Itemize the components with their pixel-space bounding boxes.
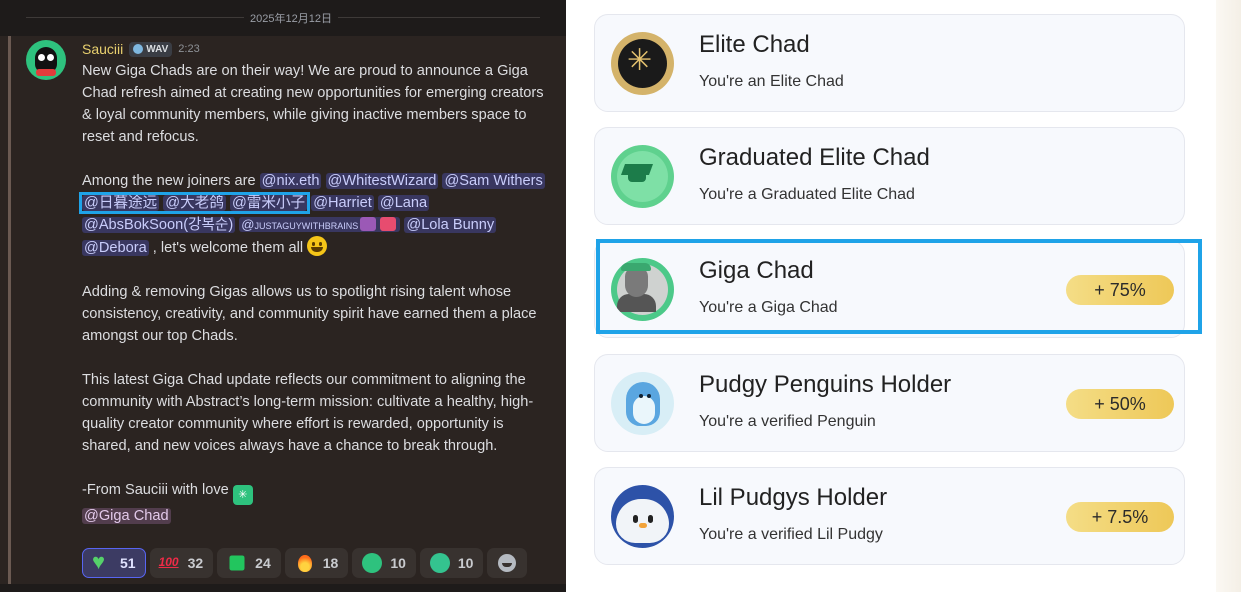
reaction-count: 32 <box>187 555 204 571</box>
reaction-count: 51 <box>120 555 136 571</box>
reaction-hundred[interactable]: 32 <box>149 548 214 578</box>
add-reaction-button[interactable] <box>487 548 528 578</box>
signoff-line: -From Sauciii with love ✳ <box>82 479 552 505</box>
green-gem-icon <box>229 555 245 571</box>
chad-emoji-icon: ✳ <box>232 485 253 505</box>
mention-harriet[interactable]: @Harriet <box>311 195 374 211</box>
bonus-badge: + 7.5% <box>1066 502 1174 532</box>
message-timestamp[interactable]: 2:23 <box>178 43 199 55</box>
mention-giga-chad-role[interactable]: @Giga Chad <box>82 508 171 524</box>
giga-chad-highlight-box <box>596 239 1202 334</box>
announcement-paragraph: New Giga Chads are on their way! We are … <box>82 63 544 145</box>
update-paragraph: This latest Giga Chad update reflects ou… <box>82 372 534 454</box>
lil-pudgy-icon <box>611 485 674 548</box>
message-body: New Giga Chads are on their way! We are … <box>78 60 552 527</box>
mention-debora[interactable]: @Debora <box>82 240 149 256</box>
joiners-intro: Among the new joiners are <box>82 173 260 189</box>
mention-whitestwizard[interactable]: @WhitestWizard <box>325 173 439 189</box>
fire-icon <box>295 553 315 573</box>
role-card-graduated-elite-chad[interactable]: Graduated Elite Chad You're a Graduated … <box>594 127 1185 225</box>
roles-panel: Elite Chad You're an Elite Chad Graduate… <box>566 0 1241 592</box>
role-card-elite-chad[interactable]: Elite Chad You're an Elite Chad <box>594 14 1185 112</box>
highlighted-mentions-box: @日暮途远 @大老鸽 @雷米小子 <box>78 192 311 214</box>
role-title: Pudgy Penguins Holder <box>699 371 952 398</box>
mention-justaguywithbrains[interactable]: @justaguywithbrains <box>239 217 401 232</box>
smiley-icon <box>307 236 328 256</box>
triangle-icon <box>380 217 397 231</box>
mention-dalao[interactable]: @大老鸽 <box>163 195 226 211</box>
panel-edge-shade <box>1216 0 1241 592</box>
role-card-pudgy-penguins-holder[interactable]: Pudgy Penguins Holder You're a verified … <box>594 354 1185 452</box>
role-subtitle: You're a verified Lil Pudgy <box>699 526 883 543</box>
role-mention-line: @Giga Chad <box>82 505 552 527</box>
reaction-fire[interactable]: 18 <box>284 548 349 578</box>
mention-absboksoon[interactable]: @AbsBokSoon(강복순) <box>82 217 236 233</box>
welcome-text: , let's welcome them all <box>148 240 308 256</box>
reaction-bar: 51 32 24 18 10 10 <box>82 548 528 578</box>
penguin-wave-icon <box>429 553 450 573</box>
reaction-count: 24 <box>255 555 271 571</box>
penguin-emoji-icon <box>362 553 383 573</box>
role-title: Elite Chad <box>699 31 810 58</box>
mention-sam-withers[interactable]: @Sam Withers <box>442 173 545 189</box>
message-highlight-bar <box>8 36 11 584</box>
role-subtitle: You're a Graduated Elite Chad <box>699 186 915 203</box>
mention-nix[interactable]: @nix.eth <box>259 173 322 189</box>
author-avatar[interactable] <box>26 40 66 80</box>
reaction-count: 18 <box>322 555 339 571</box>
mention-lana[interactable]: @Lana <box>377 195 430 211</box>
green-heart-icon <box>92 549 112 575</box>
mention-leimi[interactable]: @雷米小子 <box>229 195 308 211</box>
server-tag[interactable]: WAV <box>129 41 173 57</box>
graduation-cap-icon <box>611 145 674 208</box>
tag-icon <box>133 44 144 54</box>
chat-bottom-strip <box>0 584 566 592</box>
role-title: Lil Pudgys Holder <box>699 484 888 511</box>
role-card-lil-pudgys-holder[interactable]: Lil Pudgys Holder You're a verified Lil … <box>594 467 1185 565</box>
add-reaction-icon <box>498 554 517 572</box>
mention-riri[interactable]: @日暮途远 <box>82 195 160 211</box>
reaction-penguin-wave[interactable]: 10 <box>419 548 484 578</box>
reaction-green-heart[interactable]: 51 <box>82 548 146 578</box>
role-title: Graduated Elite Chad <box>699 144 930 171</box>
joiners-paragraph: Among the new joiners are @nix.eth @Whit… <box>78 170 552 259</box>
chat-panel: 2025年12月12日 Sauciii WAV 2:23 New Giga Ch… <box>0 0 566 592</box>
message-header: Sauciii WAV 2:23 <box>82 40 200 58</box>
reaction-count: 10 <box>390 555 406 571</box>
signoff-text: -From Sauciii with love <box>82 482 233 498</box>
reaction-gem[interactable]: 24 <box>217 548 281 578</box>
role-subtitle: You're an Elite Chad <box>699 73 844 90</box>
role-subtitle: You're a verified Penguin <box>699 413 876 430</box>
bonus-badge: + 50% <box>1066 389 1174 419</box>
hundred-points-icon <box>159 553 180 573</box>
mention-lola-bunny[interactable]: @Lola Bunny <box>404 217 497 233</box>
reaction-penguin[interactable]: 10 <box>352 548 416 578</box>
server-tag-label: WAV <box>146 43 169 55</box>
reaction-count: 10 <box>457 555 474 571</box>
author-name[interactable]: Sauciii <box>82 41 123 57</box>
adding-paragraph: Adding & removing Gigas allows us to spo… <box>82 284 537 344</box>
pudgy-penguin-icon <box>611 372 674 435</box>
date-divider-label: 2025年12月12日 <box>244 10 338 26</box>
alien-icon <box>360 217 377 231</box>
elite-chad-icon <box>611 32 674 95</box>
